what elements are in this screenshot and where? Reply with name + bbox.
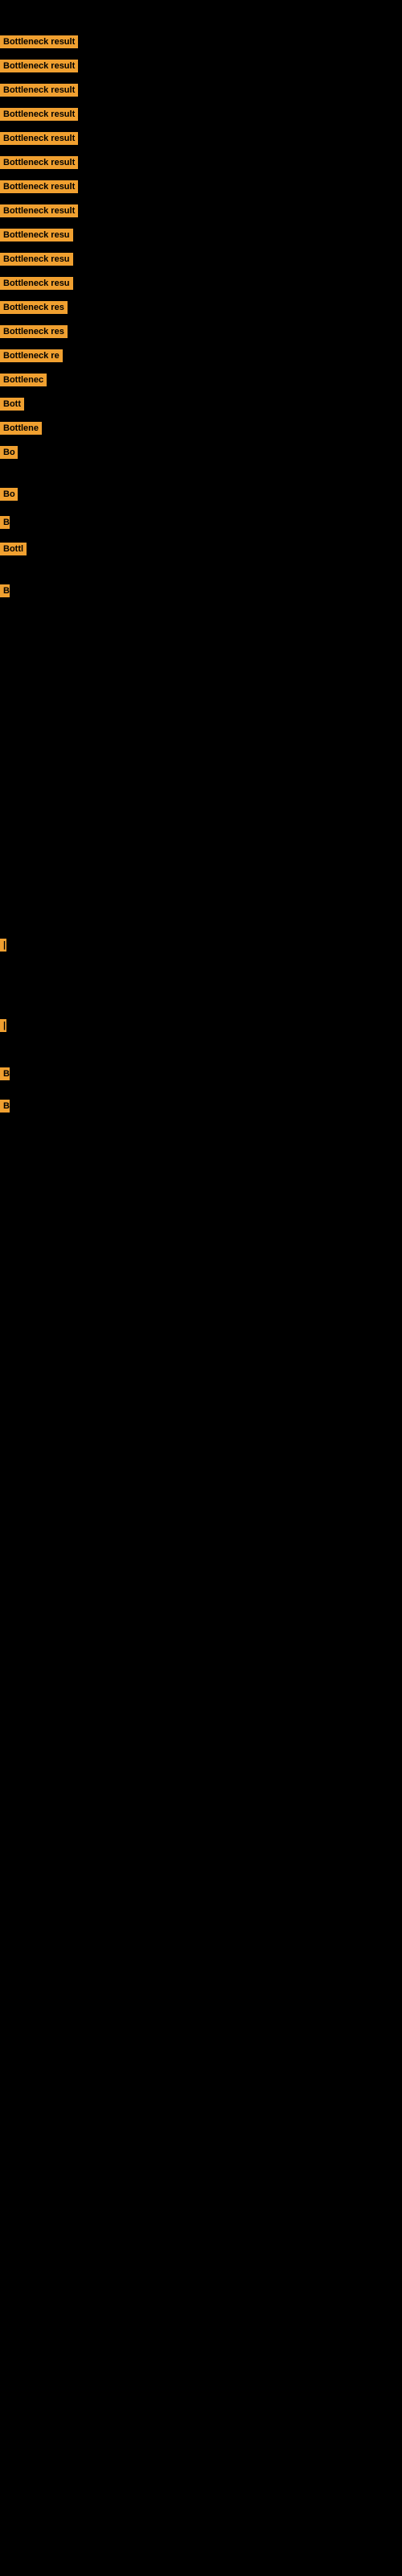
bottleneck-badge: Bottleneck res bbox=[0, 325, 68, 338]
bottleneck-badge: Bottleneck re bbox=[0, 349, 63, 362]
bottleneck-badge: Bottleneck resu bbox=[0, 253, 73, 266]
bottleneck-badge: Bott bbox=[0, 398, 24, 411]
bottleneck-badge: B bbox=[0, 584, 10, 597]
bottleneck-badge: Bottleneck result bbox=[0, 60, 78, 72]
bottleneck-badge: Bo bbox=[0, 446, 18, 459]
bottleneck-badge: Bottleneck result bbox=[0, 108, 78, 121]
bottleneck-badge: B bbox=[0, 1067, 10, 1080]
bottleneck-badge: B bbox=[0, 516, 10, 529]
site-title bbox=[0, 0, 402, 13]
bottleneck-badge: Bottleneck result bbox=[0, 204, 78, 217]
bottleneck-badge: Bottleneck resu bbox=[0, 277, 73, 290]
bottleneck-badge: Bottleneck result bbox=[0, 84, 78, 97]
bottleneck-badge: Bottleneck resu bbox=[0, 229, 73, 242]
bottleneck-badge: | bbox=[0, 939, 6, 952]
bottleneck-badge: Bottl bbox=[0, 543, 27, 555]
bottleneck-badge: Bottleneck result bbox=[0, 35, 78, 48]
bottleneck-badge: Bo bbox=[0, 488, 18, 501]
bottleneck-badge: Bottlene bbox=[0, 422, 42, 435]
bottleneck-badge: | bbox=[0, 1019, 6, 1032]
bottleneck-badge: Bottleneck result bbox=[0, 180, 78, 193]
bottleneck-badge: B bbox=[0, 1100, 10, 1113]
bottleneck-badge: Bottleneck result bbox=[0, 156, 78, 169]
bottleneck-badge: Bottleneck res bbox=[0, 301, 68, 314]
bottleneck-badge: Bottlenec bbox=[0, 374, 47, 386]
bottleneck-badge: Bottleneck result bbox=[0, 132, 78, 145]
